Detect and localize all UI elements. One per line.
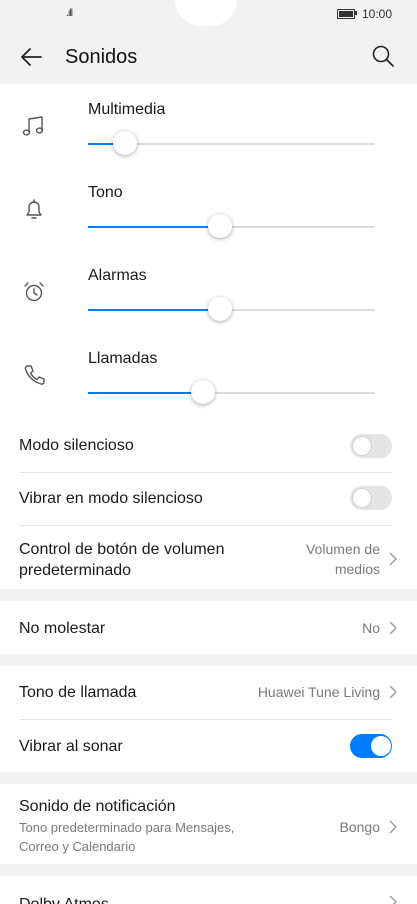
page-title: Sonidos [65, 46, 138, 68]
volume-label: Alarmas [88, 267, 147, 284]
camera-notch [175, 0, 237, 26]
volume-button-label: Control de botón de volumen predeterminad… [19, 541, 225, 579]
slider-knob[interactable] [208, 297, 233, 321]
do-not-disturb-row[interactable]: No molestar No [0, 601, 417, 654]
chevron-right-icon [389, 820, 397, 834]
chevron-right-icon [389, 621, 397, 635]
chevron-right-icon [389, 895, 397, 904]
signal-icon: .ıll [66, 8, 73, 19]
notification-sound-row[interactable]: Sonido de notificación Tono predetermina… [0, 784, 417, 864]
battery-icon [337, 9, 355, 19]
section-gap [0, 864, 417, 876]
dolby-label: Dolby Atmos [19, 894, 109, 904]
status-bar: .ıll 10:00 [0, 0, 417, 28]
volume-tono: Tono [0, 167, 417, 250]
silent-mode-toggle[interactable] [350, 434, 392, 458]
notification-label: Sonido de notificación [19, 798, 176, 815]
ringtone-row[interactable]: Tono de llamada Huawei Tune Living [0, 666, 417, 719]
slider-knob[interactable] [208, 214, 233, 238]
vibrate-ring-toggle[interactable] [350, 734, 392, 758]
chevron-right-icon [389, 552, 397, 566]
alarm-clock-icon [24, 282, 44, 302]
silent-mode-row[interactable]: Modo silencioso [0, 420, 417, 472]
section-gap [0, 772, 417, 784]
dolby-atmos-row[interactable]: Dolby Atmos [0, 876, 417, 904]
volume-multimedia: Multimedia [0, 84, 417, 167]
app-bar: Sonidos [0, 28, 417, 84]
volume-slider[interactable] [88, 380, 375, 404]
volume-slider[interactable] [88, 297, 375, 321]
slider-fill [88, 392, 203, 394]
silent-mode-label: Modo silencioso [19, 437, 134, 454]
volume-label: Llamadas [88, 350, 158, 367]
vibrate-ring-label: Vibrar al sonar [19, 738, 123, 755]
volume-label: Multimedia [88, 101, 166, 118]
vibrate-ring-row[interactable]: Vibrar al sonar [0, 719, 417, 772]
section-gap [0, 589, 417, 601]
ringtone-label: Tono de llamada [19, 684, 137, 701]
volume-llamadas: Llamadas [0, 333, 417, 416]
music-note-icon [22, 116, 44, 136]
vibrate-silent-row[interactable]: Vibrar en modo silencioso [0, 472, 417, 525]
phone-icon [24, 365, 45, 385]
volume-slider[interactable] [88, 214, 375, 238]
vibrate-silent-toggle[interactable] [350, 486, 392, 510]
dnd-value: No [362, 620, 380, 636]
notification-value: Bongo [339, 819, 380, 835]
volume-button-value: Volumen de medios [306, 541, 380, 577]
slider-fill [88, 309, 221, 311]
slider-fill [88, 226, 221, 228]
chevron-right-icon [389, 685, 397, 699]
ringtone-value: Huawei Tune Living [257, 684, 380, 700]
slider-knob[interactable] [190, 380, 215, 404]
status-time: 10:00 [362, 7, 393, 21]
search-icon[interactable] [371, 44, 395, 68]
section-gap [0, 654, 417, 666]
dnd-label: No molestar [19, 620, 106, 637]
volume-alarmas: Alarmas [0, 250, 417, 333]
back-arrow-icon[interactable] [18, 44, 44, 70]
vibrate-silent-label: Vibrar en modo silencioso [19, 490, 203, 507]
volume-slider[interactable] [88, 131, 375, 155]
volume-label: Tono [88, 184, 123, 201]
slider-knob[interactable] [113, 131, 138, 155]
volume-button-control-row[interactable]: Control de botón de volumen predeterminad… [0, 525, 417, 589]
bell-icon [26, 199, 42, 219]
notification-sublabel: Tono predeterminado para Mensajes, Correo… [19, 820, 235, 854]
